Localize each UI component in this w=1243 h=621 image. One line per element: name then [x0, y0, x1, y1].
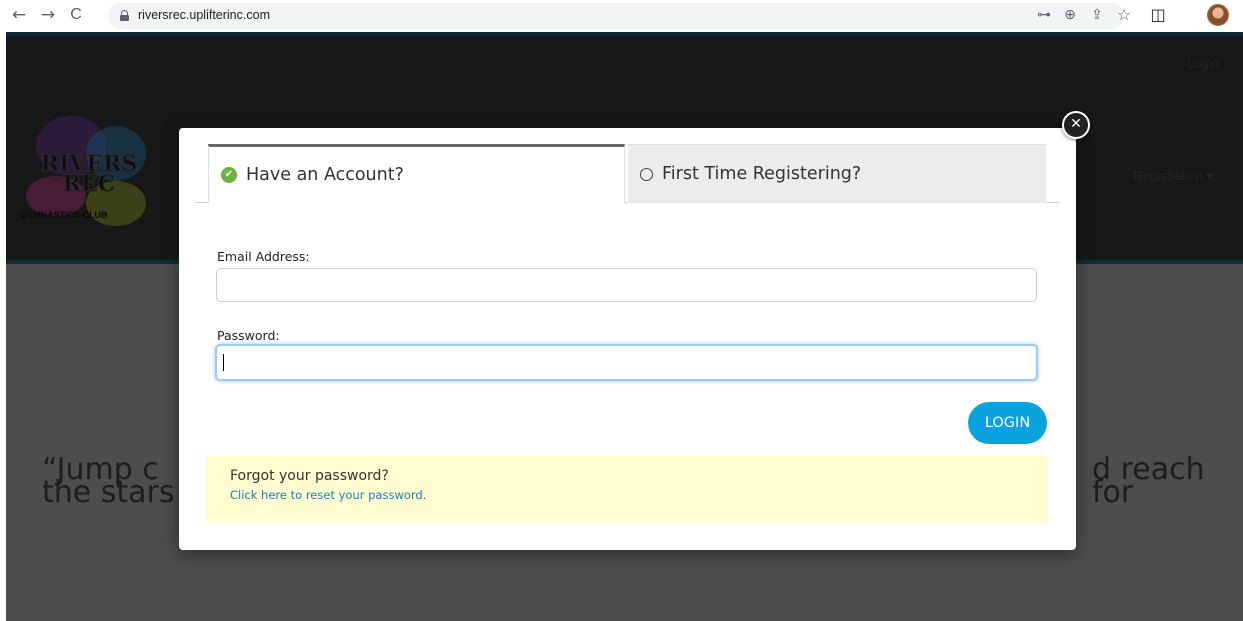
side-panel-icon[interactable]: ◫	[1148, 5, 1168, 25]
forgot-password-notice: Forgot your password? Click here to rese…	[206, 456, 1048, 523]
zoom-icon[interactable]: ⊕	[1060, 5, 1080, 25]
email-label: Email Address:	[217, 249, 310, 264]
back-icon[interactable]: ←	[8, 4, 30, 26]
login-button[interactable]: LOGIN	[968, 402, 1047, 444]
tab-label: First Time Registering?	[662, 164, 862, 184]
close-modal-icon[interactable]: ✕	[1062, 111, 1090, 139]
tab-have-account[interactable]: ✔ Have an Account?	[208, 144, 625, 203]
address-bar[interactable]: riversrec.uplifterinc.com	[108, 3, 1124, 29]
browser-toolbar: ← → C riversrec.uplifterinc.com ⊶ ⊕ ⇪ ☆ …	[0, 0, 1243, 32]
profile-avatar[interactable]	[1207, 4, 1229, 26]
tab-first-time-registering[interactable]: First Time Registering?	[628, 144, 1046, 203]
url-text: riversrec.uplifterinc.com	[138, 8, 270, 22]
share-icon[interactable]: ⇪	[1087, 5, 1107, 25]
check-circle-icon: ✔	[221, 167, 237, 183]
reload-icon[interactable]: C	[65, 4, 87, 26]
login-modal: ✔ Have an Account? First Time Registerin…	[179, 128, 1076, 550]
forgot-password-title: Forgot your password?	[230, 468, 389, 484]
tab-label: Have an Account?	[246, 165, 404, 185]
key-icon[interactable]: ⊶	[1034, 5, 1054, 25]
reset-password-link[interactable]: Click here to reset your password.	[230, 488, 1048, 502]
password-label: Password:	[217, 328, 280, 343]
lock-icon	[120, 10, 129, 21]
forward-icon[interactable]: →	[37, 4, 59, 26]
bookmark-star-icon[interactable]: ☆	[1114, 5, 1134, 25]
empty-circle-icon	[640, 167, 653, 181]
email-field[interactable]	[216, 268, 1037, 302]
text-caret	[223, 354, 224, 371]
password-field[interactable]	[215, 344, 1038, 381]
